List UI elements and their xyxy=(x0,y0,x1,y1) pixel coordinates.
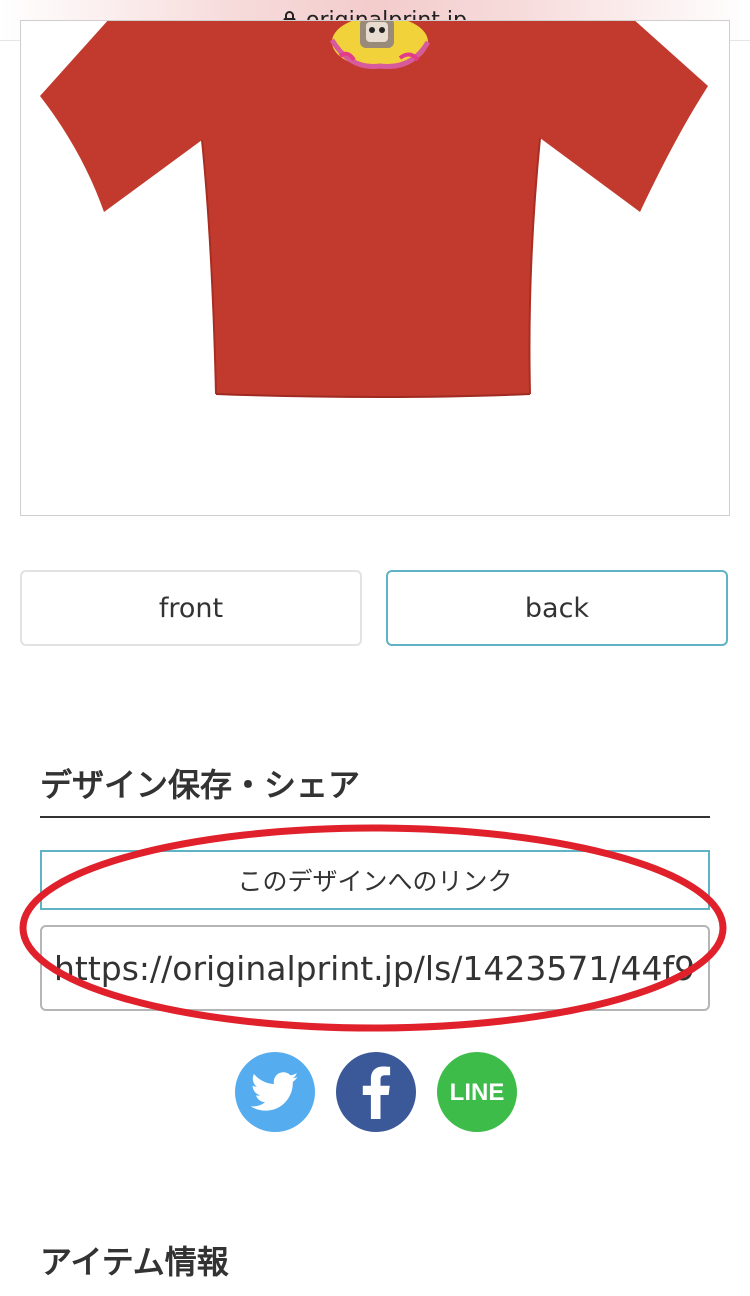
svg-text:LINE: LINE xyxy=(450,1079,505,1106)
item-info-heading: アイテム情報 xyxy=(40,1243,229,1281)
design-link-field[interactable] xyxy=(40,925,710,1011)
back-view-button[interactable]: back xyxy=(386,570,728,646)
design-link-label: このデザインへのリンク xyxy=(40,850,710,910)
product-preview xyxy=(20,20,730,516)
facebook-icon[interactable] xyxy=(336,1052,416,1132)
front-view-button[interactable]: front xyxy=(20,570,362,646)
tshirt-body xyxy=(40,21,708,397)
line-icon[interactable]: LINE xyxy=(437,1052,517,1132)
social-share-buttons: LINE xyxy=(235,1052,517,1132)
twitter-icon[interactable] xyxy=(235,1052,315,1132)
tshirt-image xyxy=(40,21,708,398)
share-section-heading: デザイン保存・シェア xyxy=(40,760,710,818)
